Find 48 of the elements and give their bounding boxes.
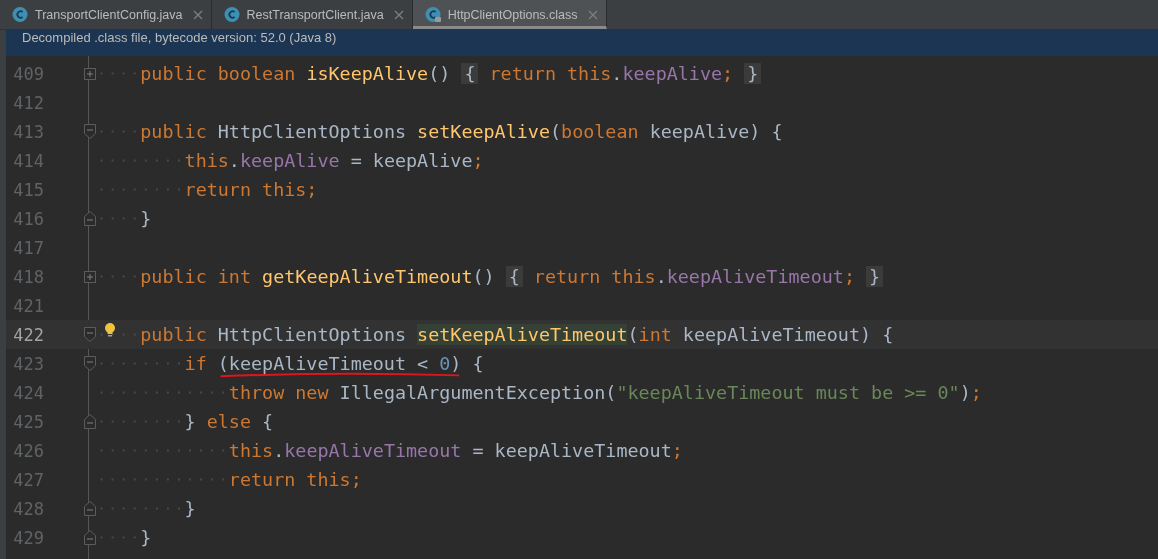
code-line: this.keepAliveTimeout = keepAliveTimeout; <box>228 439 683 463</box>
line-number: 423 <box>12 353 44 374</box>
line-number: 414 <box>12 150 44 171</box>
line-number: 425 <box>12 411 44 432</box>
decompiled-notice: Decompiled .class file, bytecode version: 52.0 (Java 8) <box>0 30 1158 56</box>
code-line: this.keepAlive = keepAlive; <box>184 149 484 173</box>
code-line: public HttpClientOptions setKeepAliveTimeout(int keepAliveTimeout) { <box>140 323 894 347</box>
close-icon[interactable] <box>393 9 404 20</box>
code-line: throw new IllegalArgumentException("keepAliveTimeout must be >= 0"); <box>228 381 982 405</box>
code-line: public HttpClientOptions setKeepAlive(boolean keepAlive) { <box>140 120 783 144</box>
collapse-fold-icon[interactable] <box>84 414 96 429</box>
editor-tab[interactable]: TransportClientConfig.java <box>0 0 212 29</box>
code-line: if (keepAliveTimeout < 0) { <box>184 349 484 378</box>
line-number: 426 <box>12 440 44 461</box>
line-number: 413 <box>12 121 44 142</box>
line-number: 415 <box>12 179 44 200</box>
code-line: public boolean isKeepAlive() { return this.keepAlive; } <box>140 59 762 88</box>
collapse-fold-icon[interactable] <box>84 211 96 226</box>
code-line: } <box>140 526 152 550</box>
expand-fold-icon[interactable] <box>84 270 96 283</box>
code-line: } else { <box>184 410 274 434</box>
code-line: } <box>184 497 196 521</box>
collapse-fold-icon[interactable] <box>84 501 96 516</box>
line-number: 429 <box>12 527 44 548</box>
line-number: 424 <box>12 382 44 403</box>
line-number: 417 <box>12 237 44 258</box>
line-number: 412 <box>12 92 44 113</box>
code-line: return this; <box>228 468 362 492</box>
line-number: 427 <box>12 469 44 490</box>
line-number: 428 <box>12 498 44 519</box>
code-line: public int getKeepAliveTimeout() { return this.keepAliveTimeout; } <box>140 262 884 291</box>
collapse-fold-icon[interactable] <box>84 124 96 139</box>
line-number: 416 <box>12 208 44 229</box>
editor-tab[interactable]: HttpClientOptions.class <box>412 0 607 29</box>
code-line: return this; <box>184 178 318 202</box>
collapse-fold-icon[interactable] <box>84 530 96 545</box>
line-number: 421 <box>12 295 44 316</box>
close-icon[interactable] <box>587 9 598 20</box>
collapse-fold-icon[interactable] <box>84 327 96 342</box>
close-icon[interactable] <box>192 9 203 20</box>
code-line: } <box>140 207 152 231</box>
line-number: 409 <box>12 63 44 84</box>
line-number: 418 <box>12 266 44 287</box>
lightbulb-icon[interactable] <box>104 322 116 338</box>
line-number: 422 <box>12 324 44 345</box>
collapse-fold-icon[interactable] <box>84 356 96 371</box>
expand-fold-icon[interactable] <box>84 67 96 80</box>
editor-tab[interactable]: RestTransportClient.java <box>211 0 413 29</box>
